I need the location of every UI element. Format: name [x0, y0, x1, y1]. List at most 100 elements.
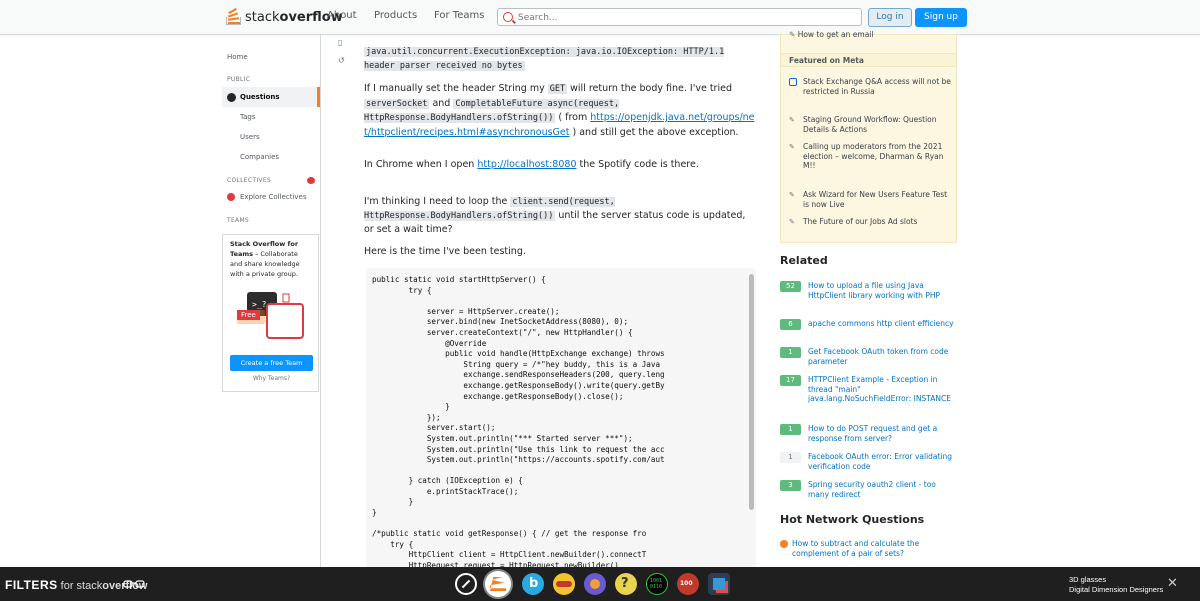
pencil-icon: ✎ [789, 218, 795, 226]
stack-logo-icon [226, 7, 242, 26]
meta-item-text: Staging Ground Workflow: Question Detail… [803, 115, 937, 134]
paragraph-3: I'm thinking I need to loop the client.s… [364, 195, 756, 237]
svg-text:>_?: >_? [252, 300, 267, 309]
hotdog-icon [556, 581, 572, 587]
p1-text-and: and [429, 97, 454, 109]
hot-network-heading: Hot Network Questions [780, 513, 925, 526]
filter-paint-button[interactable] [584, 573, 606, 595]
paragraph-2: In Chrome when I open http://localhost:8… [364, 158, 756, 172]
filter-3d-glasses-button[interactable] [485, 571, 511, 597]
vote-badge: 3 [780, 480, 801, 491]
paint-icon [590, 579, 600, 589]
related-link[interactable]: Facebook OAuth error: Error validating v… [808, 452, 958, 471]
paragraph-1: If I manually set the header String my G… [364, 82, 756, 139]
related-link[interactable]: Get Facebook OAuth token from code param… [808, 347, 958, 366]
p1-code-get: GET [547, 84, 568, 94]
meta-item-text: Stack Exchange Q&A access will not be re… [803, 77, 951, 96]
search-icon [503, 12, 513, 22]
localhost-link[interactable]: http://localhost:8080 [477, 159, 576, 170]
vote-badge: 6 [780, 319, 801, 330]
related-link[interactable]: Spring security oauth2 client - too many… [808, 480, 958, 499]
site-logo[interactable]: stack overflow [226, 7, 343, 27]
left-sidebar: Home PUBLIC Questions Tags Users Compani… [222, 34, 321, 567]
filter-pixel-button[interactable] [708, 573, 730, 595]
featured-meta-box: ✎ How to get an email Featured on Meta S… [780, 30, 957, 243]
filter-hundred-button[interactable]: 100 [677, 573, 699, 595]
code-text: public static void startHttpServer() { t… [372, 275, 665, 568]
exception-code: java.util.concurrent.ExecutionException:… [364, 47, 725, 71]
teams-free-badge: Free [237, 310, 260, 320]
create-team-button[interactable]: Create a free Team [230, 355, 313, 371]
exception-message: java.util.concurrent.ExecutionException:… [364, 45, 756, 73]
section-teams: TEAMS [227, 217, 250, 224]
bookmark-icon[interactable]: ▯ [338, 36, 350, 47]
p1-text-b: will return the body fine. I've tried [567, 83, 732, 94]
collectives-icon [227, 193, 235, 201]
related-link[interactable]: apache commons http client efficiency [808, 319, 958, 329]
featured-meta-heading: Featured on Meta [781, 53, 956, 67]
section-collectives: COLLECTIVES [227, 177, 272, 184]
chat-icon [789, 78, 797, 86]
p2-text-b: the Spotify code is there. [576, 159, 699, 170]
teams-description: Stack Overflow for Teams – Collaborate a… [230, 239, 312, 279]
hot-network-link[interactable]: How to subtract and calculate the comple… [792, 539, 952, 558]
top-item-text: How to get an email [797, 30, 874, 39]
vote-badge: 17 [780, 375, 801, 386]
history-icon[interactable]: ↺ [338, 54, 350, 65]
nav-for-teams[interactable]: For Teams [434, 10, 484, 21]
filter-caption: 3D glasses Digital Dimension Designers [1069, 575, 1163, 595]
nav-explore-collectives[interactable]: Explore Collectives [240, 193, 307, 201]
nav-companies[interactable]: Companies [240, 153, 279, 161]
logo-text-light: stack [245, 9, 280, 25]
pixel-icon [713, 578, 725, 590]
hundred-icon: 100 [680, 580, 693, 587]
stack-filter-icon [490, 577, 506, 591]
p1-text-end: ) and still get the above exception. [569, 126, 739, 138]
filters-brand-big: FILTERS [5, 578, 58, 592]
vote-badge: 1 [780, 452, 801, 463]
related-link[interactable]: HTTPClient Example - Exception in thread… [808, 375, 958, 404]
p3-text-a: I'm thinking I need to loop the [364, 196, 511, 207]
filter-name: 3D glasses [1069, 575, 1107, 584]
nav-questions[interactable]: Questions [240, 93, 280, 101]
nav-about[interactable]: About [327, 10, 357, 21]
nav-products[interactable]: Products [374, 10, 417, 21]
filter-question-button[interactable]: ? [615, 573, 637, 595]
pencil-icon: ✎ [789, 143, 795, 151]
code-scrollbar[interactable] [749, 274, 754, 510]
why-teams-link[interactable]: Why Teams? [223, 375, 320, 382]
site-icon [780, 540, 788, 548]
meta-item-text: Ask Wizard for New Users Feature Test is… [803, 190, 948, 209]
pencil-icon: ✎ [789, 30, 796, 39]
filter-matrix-button[interactable]: 1001 0110 [646, 573, 668, 595]
nav-tags[interactable]: Tags [240, 113, 256, 121]
top-item[interactable]: ✎ How to get an email [789, 30, 873, 39]
pencil-icon: ✎ [789, 116, 795, 124]
teams-promo: Stack Overflow for Teams – Collaborate a… [222, 234, 319, 392]
related-heading: Related [780, 254, 828, 267]
search-input[interactable] [516, 10, 850, 26]
top-bar: stackoverflow About Products For Teams L… [0, 0, 1200, 35]
code-block[interactable]: public static void startHttpServer() { t… [366, 268, 756, 568]
binary-icon: 1001 0110 [650, 578, 663, 590]
vote-badge: 1 [780, 424, 801, 435]
filter-b-button[interactable]: b [522, 573, 544, 595]
filter-none-button[interactable] [455, 573, 477, 595]
p1-text-a: If I manually set the header String my [364, 83, 548, 94]
filter-food-button[interactable] [553, 573, 575, 595]
no-filter-icon [461, 579, 471, 589]
pencil-icon: ✎ [789, 191, 795, 199]
paragraph-4: Here is the time I've been testing. [364, 246, 526, 257]
p1-code-serversocket: serverSocket [364, 98, 430, 109]
close-icon[interactable]: ✕ [1167, 576, 1178, 591]
section-public: PUBLIC [227, 76, 251, 83]
related-link[interactable]: How to upload a file using Java HttpClie… [808, 281, 958, 300]
nav-users[interactable]: Users [240, 133, 260, 141]
login-button[interactable]: Log in [868, 8, 912, 27]
nav-home[interactable]: Home [227, 53, 248, 61]
related-link[interactable]: How to do POST request and get a respons… [808, 424, 958, 443]
info-icon[interactable] [307, 177, 315, 184]
signup-button[interactable]: Sign up [915, 8, 967, 27]
search-box [497, 8, 862, 26]
b-letter-icon: b [529, 576, 539, 591]
